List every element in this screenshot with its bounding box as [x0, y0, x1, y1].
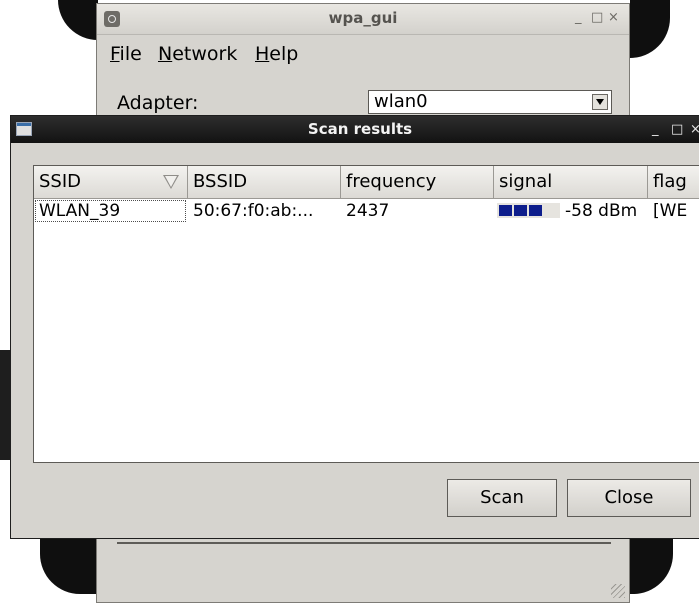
- column-header-label: BSSID: [193, 171, 248, 192]
- maximize-icon[interactable]: □: [671, 122, 683, 138]
- wallpaper-right-top: [630, 0, 670, 58]
- column-header-signal[interactable]: signal: [494, 166, 648, 199]
- sort-descending-icon: [163, 175, 179, 189]
- column-header-label: flag: [653, 171, 687, 192]
- signal-bar-segment: [514, 205, 527, 216]
- column-header-label: SSID: [39, 171, 82, 192]
- divider: [117, 542, 611, 544]
- scan-results-window: Scan results _ □ × SSID BSSID frequency …: [10, 115, 699, 539]
- cell-ssid: WLAN_39: [35, 200, 186, 222]
- wallpaper-left-top: [58, 0, 98, 40]
- menu-help[interactable]: Help: [255, 43, 298, 65]
- wallpaper-right-bottom: [628, 539, 673, 594]
- column-header-bssid[interactable]: BSSID: [188, 166, 341, 199]
- cell-frequency: 2437: [346, 201, 390, 221]
- resize-grip-icon[interactable]: [611, 584, 625, 598]
- column-header-label: frequency: [346, 171, 437, 192]
- close-button[interactable]: Close: [567, 479, 691, 517]
- adapter-label: Adapter:: [117, 92, 199, 114]
- wallpaper-left-bottom: [40, 539, 97, 594]
- column-header-ssid[interactable]: SSID: [34, 166, 188, 199]
- maximize-icon[interactable]: □: [591, 10, 603, 26]
- signal-strength-bar: [497, 203, 560, 218]
- minimize-icon[interactable]: _: [652, 122, 659, 138]
- scan-title-bar[interactable]: Scan results _ □ ×: [11, 116, 699, 143]
- adapter-value: wlan0: [374, 91, 428, 112]
- menu-network[interactable]: Network: [158, 43, 237, 65]
- close-icon[interactable]: ×: [608, 10, 619, 26]
- scan-button[interactable]: Scan: [447, 479, 557, 517]
- cell-bssid: 50:67:f0:ab:...: [193, 201, 314, 221]
- menu-bar: File Network Help: [97, 35, 629, 67]
- close-icon[interactable]: ×: [690, 122, 699, 138]
- chevron-down-icon[interactable]: [592, 94, 608, 110]
- column-header-flags[interactable]: flag: [648, 166, 699, 199]
- cell-flags: [WE: [653, 201, 688, 221]
- scan-results-table[interactable]: SSID BSSID frequency signal flag WLAN_39…: [33, 165, 699, 463]
- adapter-select[interactable]: wlan0: [368, 90, 612, 114]
- menu-file[interactable]: File: [110, 43, 142, 65]
- signal-bar-segment: [529, 205, 542, 216]
- column-header-frequency[interactable]: frequency: [341, 166, 494, 199]
- cell-signal-dbm: -58 dBm: [565, 201, 638, 221]
- wallpaper-left-edge: [0, 350, 10, 460]
- main-window-title: wpa_gui: [328, 9, 398, 27]
- column-header-label: signal: [499, 171, 553, 192]
- signal-bar-segment: [499, 205, 512, 216]
- scan-window-title: Scan results: [307, 120, 413, 138]
- main-title-bar[interactable]: wpa_gui _ □ ×: [97, 4, 629, 35]
- minimize-icon[interactable]: _: [575, 10, 582, 26]
